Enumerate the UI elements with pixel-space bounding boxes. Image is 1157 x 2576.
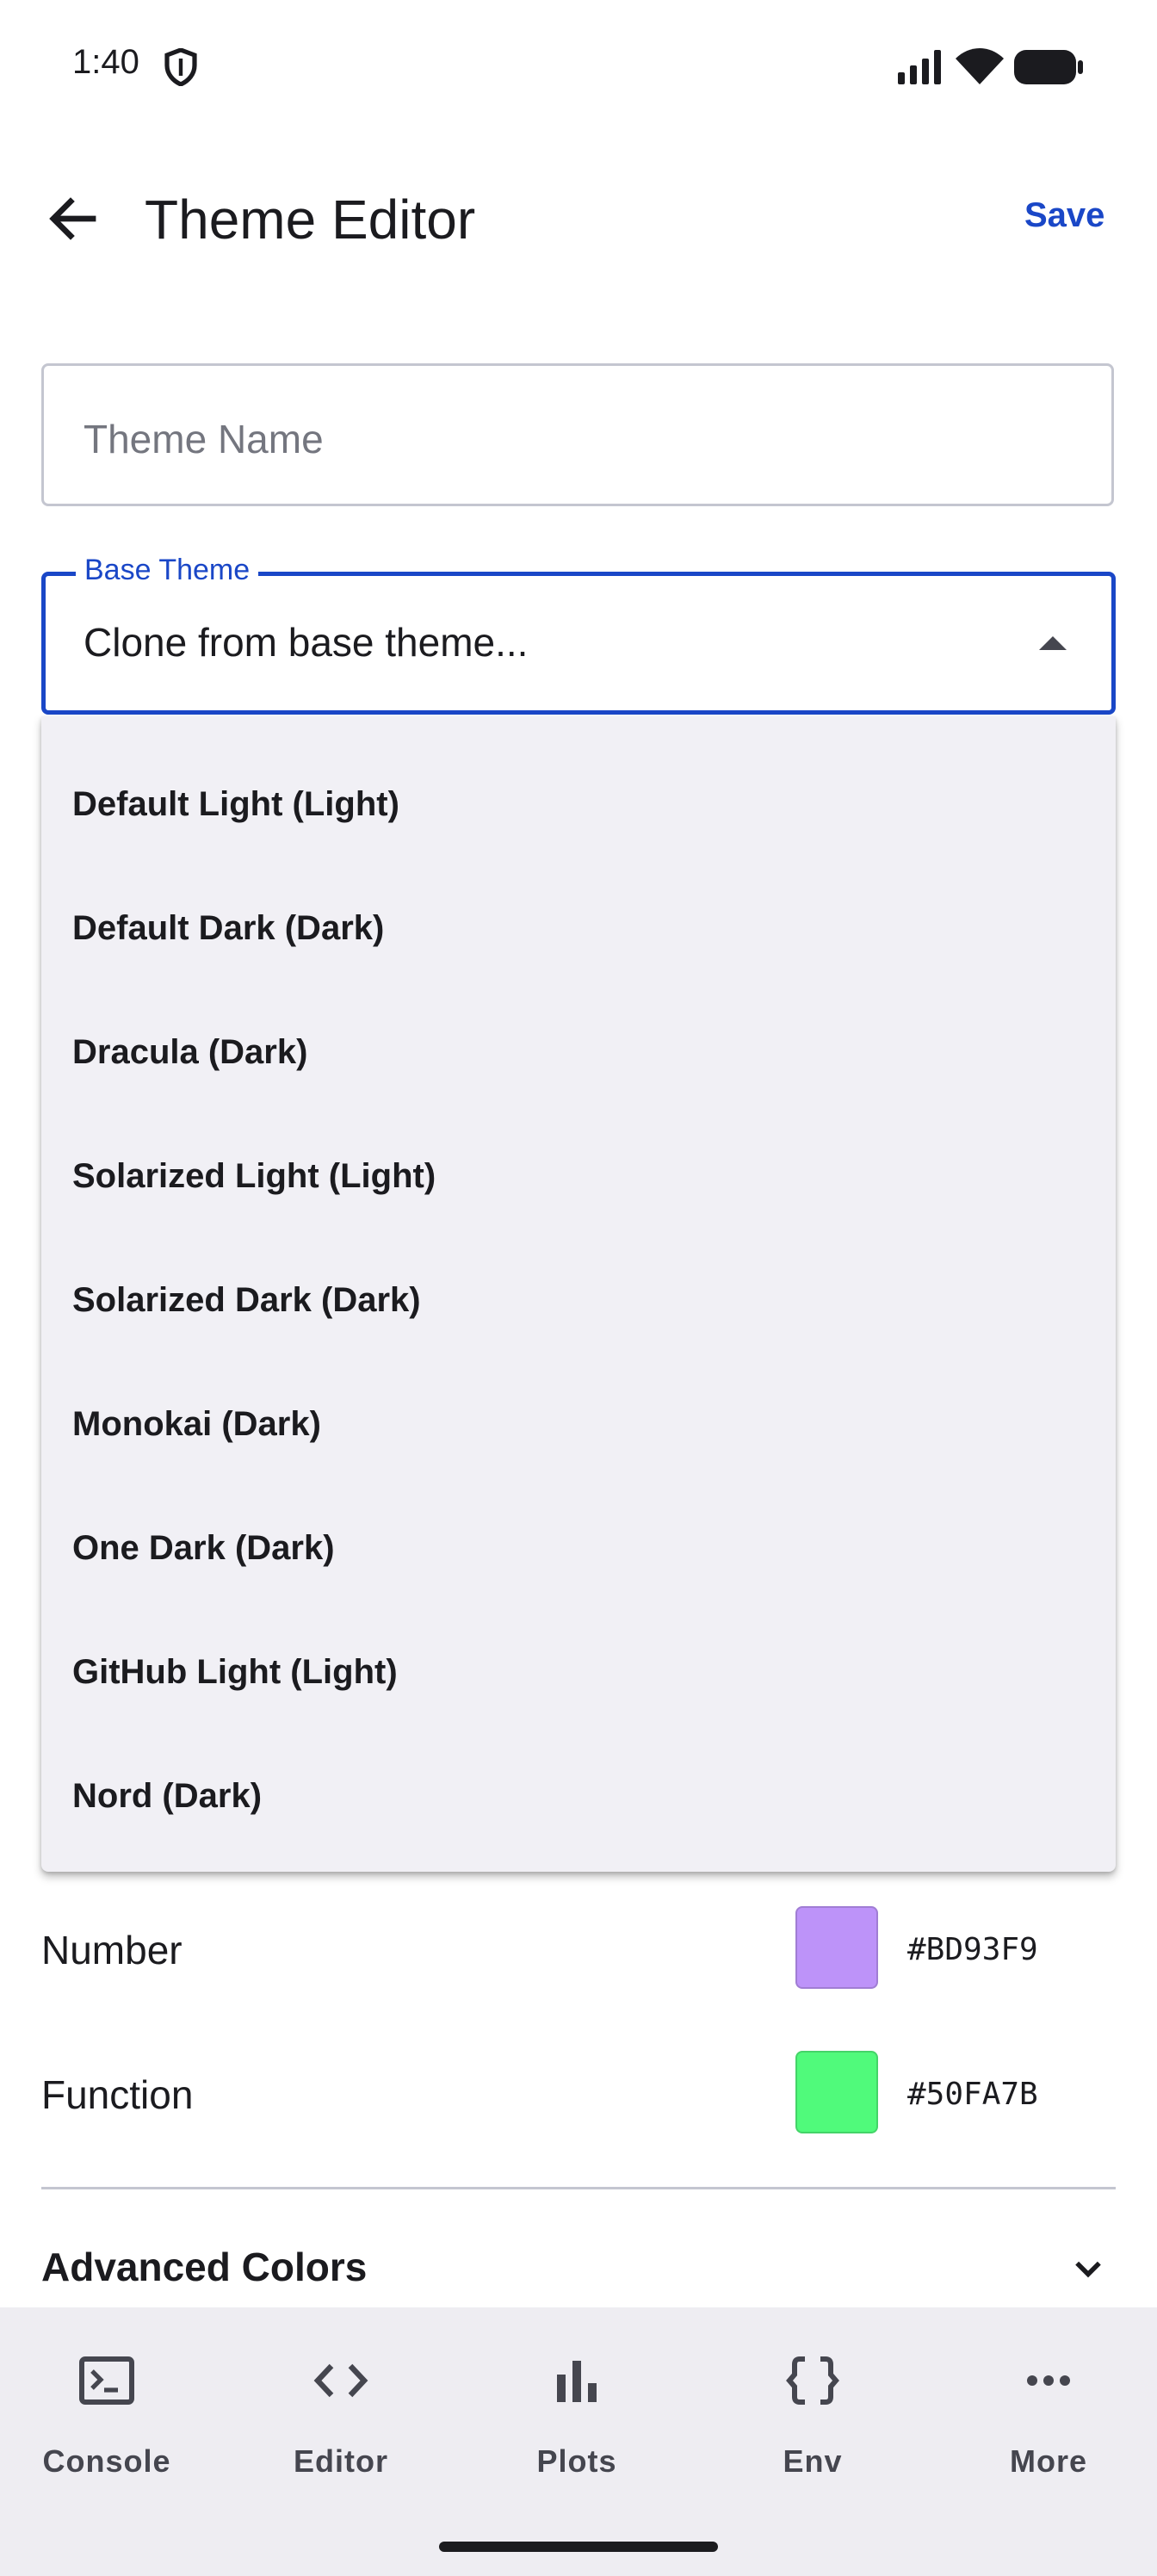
menu-item-default-dark[interactable]: Default Dark (Dark) — [41, 866, 1116, 990]
nav-item-more[interactable]: More — [954, 2350, 1143, 2488]
dropdown-arrow-icon — [1039, 636, 1067, 650]
nav-item-plots[interactable]: Plots — [482, 2350, 671, 2488]
base-theme-menu: Default Light (Light) Default Dark (Dark… — [41, 716, 1116, 1872]
code-icon — [313, 2363, 368, 2398]
save-button[interactable]: Save — [1024, 196, 1104, 235]
menu-item-dracula[interactable]: Dracula (Dark) — [41, 990, 1116, 1114]
home-indicator[interactable] — [439, 2542, 718, 2552]
color-swatch-function[interactable] — [795, 2051, 878, 2133]
base-theme-value: Clone from base theme... — [84, 620, 529, 665]
nav-label: Console — [42, 2443, 171, 2479]
color-row-function: Function #50FA7B — [41, 2051, 1116, 2137]
divider — [41, 2187, 1116, 2189]
theme-name-field[interactable] — [41, 363, 1114, 506]
theme-name-input[interactable] — [82, 412, 1032, 466]
status-bar: 1:40 — [0, 0, 1157, 138]
nav-item-env[interactable]: Env — [718, 2350, 907, 2488]
base-theme-label: Base Theme — [76, 553, 259, 587]
braces-icon — [786, 2356, 839, 2405]
nav-item-editor[interactable]: Editor — [246, 2350, 436, 2488]
bar-chart-icon — [557, 2361, 597, 2402]
advanced-colors-title: Advanced Colors — [41, 2245, 368, 2289]
menu-item-solarized-dark[interactable]: Solarized Dark (Dark) — [41, 1238, 1116, 1362]
back-arrow-icon[interactable] — [38, 184, 107, 253]
color-hex-value: #BD93F9 — [907, 1932, 1038, 1967]
menu-item-github-light[interactable]: GitHub Light (Light) — [41, 1610, 1116, 1734]
wifi-icon — [956, 48, 1004, 84]
color-label: Number — [41, 1928, 183, 1972]
battery-icon — [1014, 50, 1083, 84]
menu-item-solarized-light[interactable]: Solarized Light (Light) — [41, 1114, 1116, 1238]
menu-item-nord[interactable]: Nord (Dark) — [41, 1734, 1116, 1858]
status-time: 1:40 — [72, 43, 139, 81]
console-icon — [79, 2356, 134, 2405]
advanced-colors-toggle[interactable]: Advanced Colors — [41, 2239, 1116, 2307]
nav-label: More — [1009, 2443, 1087, 2479]
color-swatch-number[interactable] — [795, 1906, 878, 1989]
base-theme-select[interactable]: Clone from base theme... — [41, 572, 1116, 715]
color-label: Function — [41, 2072, 194, 2117]
more-icon — [1027, 2375, 1070, 2386]
nav-label: Env — [783, 2443, 843, 2479]
signal-icon — [898, 50, 941, 84]
bottom-navigation: Console Editor Plots Env More — [0, 2307, 1157, 2576]
menu-item-default-light[interactable]: Default Light (Light) — [41, 742, 1116, 866]
chevron-down-icon — [1075, 2261, 1101, 2278]
page-title: Theme Editor — [145, 189, 476, 251]
nav-item-console[interactable]: Console — [12, 2350, 201, 2488]
nav-label: Plots — [536, 2443, 617, 2479]
shield-icon — [164, 48, 197, 86]
nav-label: Editor — [294, 2443, 388, 2479]
menu-item-one-dark[interactable]: One Dark (Dark) — [41, 1486, 1116, 1610]
color-row-number: Number #BD93F9 — [41, 1906, 1116, 1992]
color-hex-value: #50FA7B — [907, 2077, 1038, 2112]
menu-item-monokai[interactable]: Monokai (Dark) — [41, 1362, 1116, 1486]
